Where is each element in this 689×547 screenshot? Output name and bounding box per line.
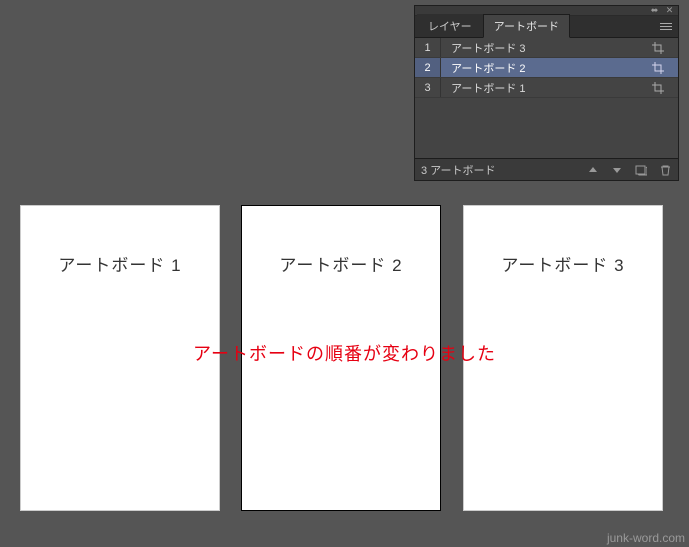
- artboard-list: 1 アートボード 3 2 アートボード 2 3 アートボード 1: [415, 38, 678, 158]
- tab-artboards[interactable]: アートボード: [483, 14, 570, 38]
- crop-icon[interactable]: [652, 82, 678, 94]
- row-number: 3: [415, 78, 441, 97]
- row-number: 2: [415, 58, 441, 77]
- row-number: 1: [415, 38, 441, 57]
- canvas-area: アートボード 1 アートボード 2 アートボード 3 アートボードの順番が変わり…: [0, 0, 689, 547]
- crop-icon[interactable]: [652, 42, 678, 54]
- move-down-icon[interactable]: [610, 163, 624, 177]
- artboard-label: アートボード 3: [464, 251, 662, 276]
- row-name: アートボード 2: [441, 60, 652, 76]
- list-row[interactable]: 1 アートボード 3: [415, 38, 678, 58]
- panel-menu-icon[interactable]: [658, 19, 674, 33]
- artboards-panel: ⬌ ✕ レイヤー アートボード 1 アートボード 3 2 アートボード 2: [414, 5, 679, 181]
- footer-count-label: 3 アートボード: [421, 162, 586, 178]
- row-name: アートボード 3: [441, 40, 652, 56]
- move-up-icon[interactable]: [586, 163, 600, 177]
- panel-footer: 3 アートボード: [415, 158, 678, 180]
- tab-layers[interactable]: レイヤー: [417, 14, 483, 37]
- crop-icon[interactable]: [652, 62, 678, 74]
- close-icon[interactable]: ✕: [665, 6, 674, 15]
- collapse-icon[interactable]: ⬌: [650, 6, 659, 15]
- footer-icons: [586, 163, 672, 177]
- artboard-label: アートボード 1: [21, 251, 219, 276]
- list-row[interactable]: 3 アートボード 1: [415, 78, 678, 98]
- artboard-label: アートボード 2: [242, 251, 440, 276]
- panel-tabs: レイヤー アートボード: [415, 16, 678, 38]
- list-row[interactable]: 2 アートボード 2: [415, 58, 678, 78]
- annotation-text: アートボードの順番が変わりました: [0, 340, 689, 366]
- delete-icon[interactable]: [658, 163, 672, 177]
- row-name: アートボード 1: [441, 80, 652, 96]
- watermark: junk-word.com: [607, 531, 685, 545]
- new-artboard-icon[interactable]: [634, 163, 648, 177]
